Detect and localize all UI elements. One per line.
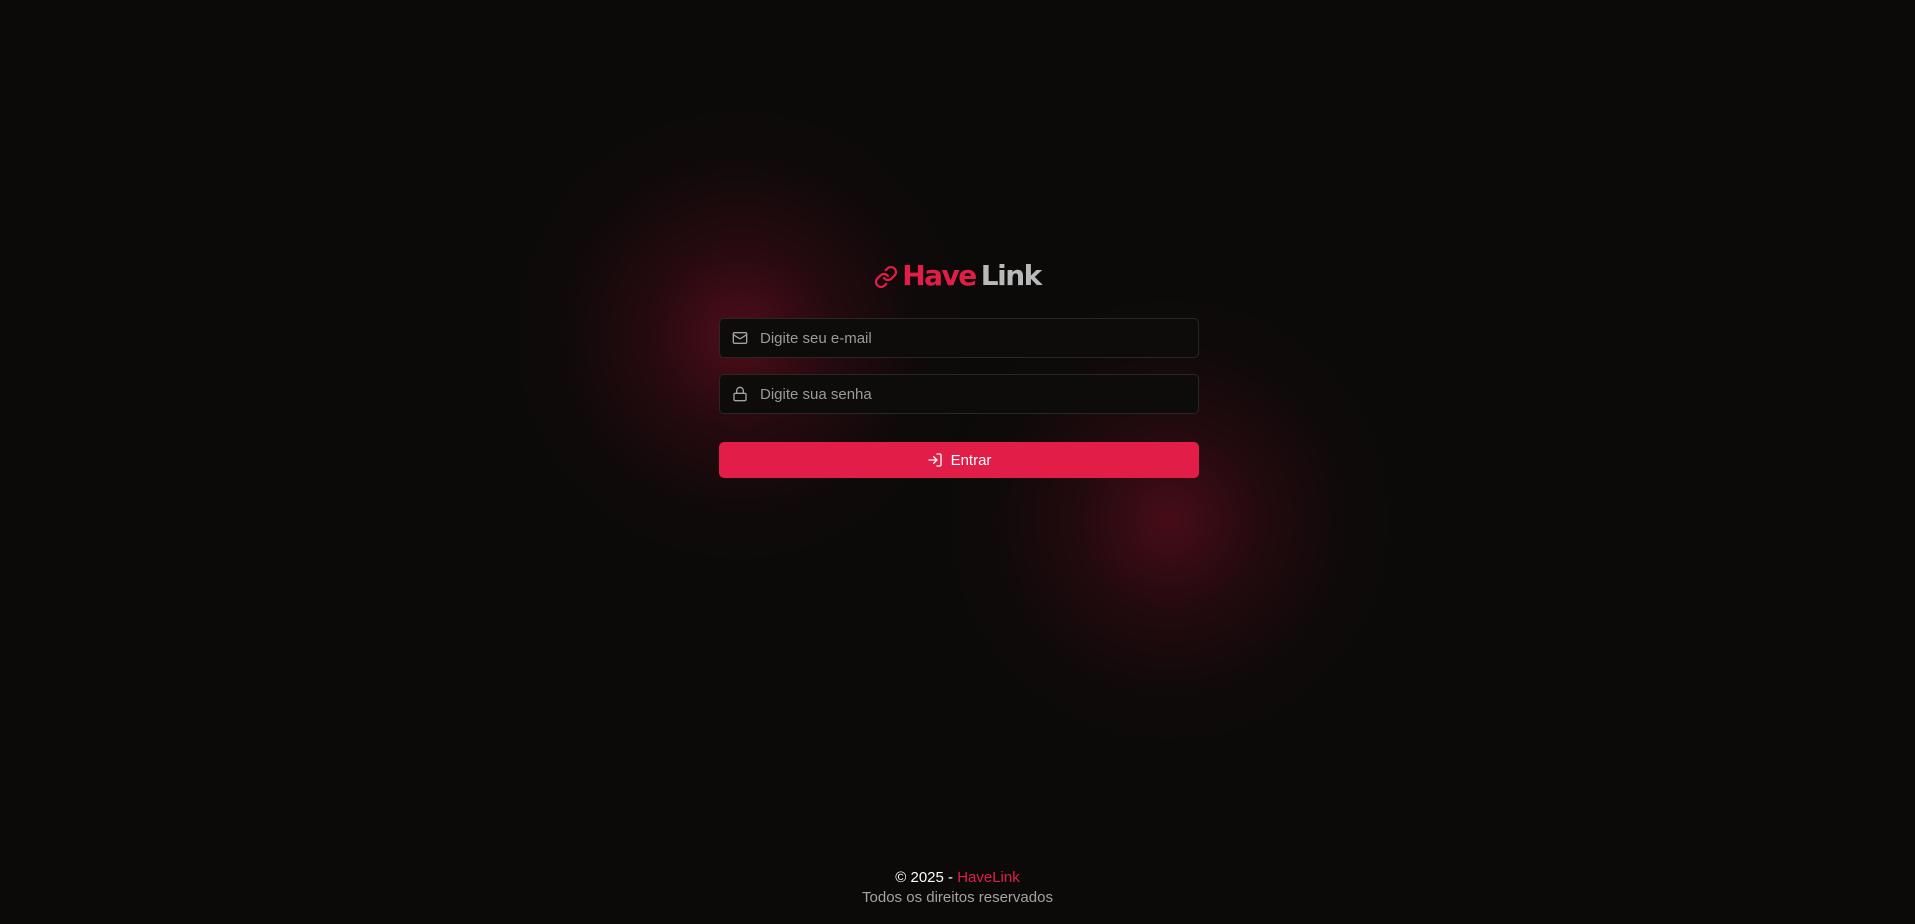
email-field-wrapper xyxy=(719,318,1199,358)
footer-copyright: © 2025 - HaveLink xyxy=(0,868,1915,888)
login-button[interactable]: Entrar xyxy=(719,442,1199,478)
lock-icon xyxy=(732,386,748,402)
password-field-wrapper xyxy=(719,374,1199,414)
logo-word-link: Link xyxy=(980,258,1043,292)
copyright-text: © 2025 - xyxy=(895,869,958,886)
link-icon xyxy=(874,265,898,289)
logo-word-have: Have xyxy=(902,258,977,292)
log-in-icon xyxy=(927,452,943,468)
footer-brand-name: HaveLink xyxy=(957,869,1020,886)
footer: © 2025 - HaveLink Todos os direitos rese… xyxy=(0,868,1915,908)
email-input[interactable] xyxy=(748,319,1198,357)
footer-rights: Todos os direitos reservados xyxy=(862,889,1053,906)
app-logo: Have Link xyxy=(0,255,1915,295)
mail-icon xyxy=(732,330,748,346)
login-button-label: Entrar xyxy=(950,451,992,469)
password-input[interactable] xyxy=(748,375,1198,413)
logo-wordmark: Have Link xyxy=(902,258,1043,292)
